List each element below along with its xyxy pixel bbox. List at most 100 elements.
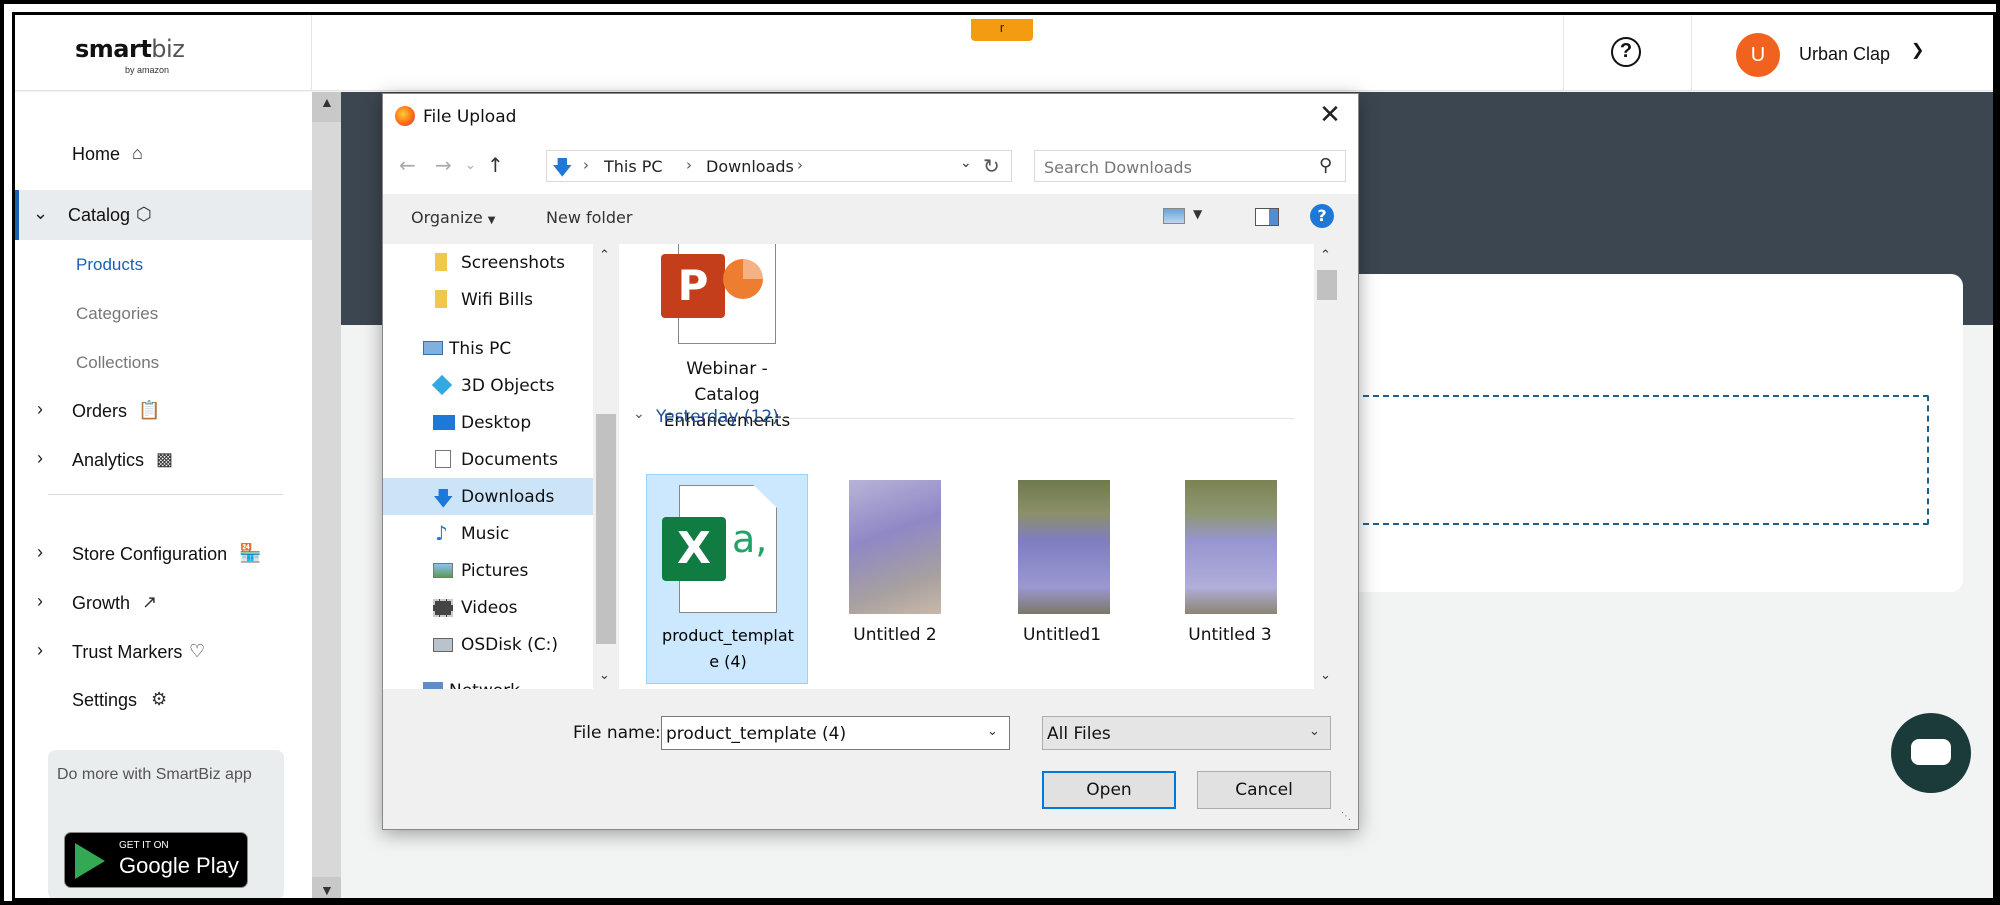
scroll-down-icon[interactable]: ⌄ bbox=[599, 668, 610, 683]
scrollbar-thumb[interactable] bbox=[1317, 270, 1337, 300]
preview-pane-icon[interactable] bbox=[1255, 208, 1279, 226]
refresh-icon[interactable]: ↻ bbox=[983, 154, 1000, 178]
chevron-down-icon[interactable]: ❯ bbox=[1911, 40, 1924, 60]
scrollbar-thumb[interactable] bbox=[312, 122, 341, 877]
search-icon[interactable]: ⚲ bbox=[1319, 155, 1332, 176]
sidebar-item-label: Catalog bbox=[68, 205, 131, 225]
chevron-right-icon: › bbox=[37, 448, 43, 468]
scrollbar-thumb[interactable] bbox=[596, 414, 616, 644]
sidebar-subitem-collections[interactable]: Collections bbox=[76, 353, 159, 373]
sidebar-item-orders[interactable]: › Orders 📋 bbox=[15, 389, 312, 433]
forward-arrow-icon[interactable]: → bbox=[435, 153, 452, 177]
top-tab[interactable]: r bbox=[971, 19, 1033, 41]
sidebar-item-label: Analytics bbox=[72, 450, 145, 470]
tree-item-videos[interactable]: Videos bbox=[383, 589, 593, 626]
sidebar-item-settings[interactable]: Settings ⚙ bbox=[15, 678, 312, 722]
image-thumbnail bbox=[849, 480, 941, 614]
scroll-up-icon[interactable]: ⌃ bbox=[1320, 248, 1331, 263]
tree-item-network[interactable]: Network bbox=[383, 672, 593, 689]
sidebar-subitem-categories[interactable]: Categories bbox=[76, 304, 158, 324]
breadcrumb-this-pc[interactable]: This PC bbox=[604, 157, 663, 176]
file-item-untitled-3[interactable]: Untitled 3 bbox=[1149, 474, 1311, 684]
file-name-value: product_template (4) bbox=[666, 724, 847, 744]
logo-subtitle: by amazon bbox=[125, 65, 170, 75]
file-name: product_templat bbox=[662, 626, 794, 645]
back-arrow-icon[interactable]: ← bbox=[399, 153, 416, 177]
avatar[interactable]: U bbox=[1736, 33, 1780, 77]
sidebar-item-analytics[interactable]: › Analytics ▩ bbox=[15, 438, 312, 482]
tree-scrollbar[interactable]: ⌃ ⌄ bbox=[593, 244, 619, 689]
tree-item-downloads[interactable]: 🡇 Downloads bbox=[383, 478, 593, 515]
scroll-down-icon[interactable]: ▼ bbox=[320, 882, 334, 898]
breadcrumb-separator-icon[interactable]: › bbox=[686, 156, 692, 174]
breadcrumb-separator-icon[interactable]: › bbox=[583, 156, 589, 174]
chevron-down-icon[interactable]: ⌄ bbox=[960, 155, 972, 171]
up-arrow-icon[interactable]: ↑ bbox=[487, 153, 504, 177]
sidebar-item-store-configuration[interactable]: › Store Configuration 🏪 bbox=[15, 532, 312, 576]
new-folder-button[interactable]: New folder bbox=[546, 208, 632, 227]
file-name: Untitled1 bbox=[1022, 625, 1102, 645]
tree-item-3d-objects[interactable]: 3D Objects bbox=[383, 367, 593, 404]
file-name: Untitled 3 bbox=[1188, 625, 1272, 645]
file-name: Webinar - bbox=[686, 359, 768, 379]
collapse-chevron-icon[interactable]: ⌄ bbox=[633, 406, 645, 422]
sidebar-item-growth[interactable]: › Growth ↗ bbox=[15, 581, 312, 625]
file-type-select[interactable]: All Files ⌄ bbox=[1042, 716, 1331, 750]
gplay-big-text: Google Play bbox=[119, 853, 239, 878]
tree-item-documents[interactable]: Documents bbox=[383, 441, 593, 478]
store-icon: 🏪 bbox=[239, 543, 262, 563]
smartbiz-logo[interactable]: smartbiz bbox=[75, 35, 185, 63]
sidebar-item-home[interactable]: Home ⌂ bbox=[15, 132, 312, 176]
scroll-up-icon[interactable]: ⌃ bbox=[599, 248, 610, 263]
sidebar-scrollbar[interactable]: ▲ ▼ bbox=[312, 92, 341, 898]
cancel-button[interactable]: Cancel bbox=[1197, 771, 1331, 809]
group-header-yesterday[interactable]: Yesterday (12) bbox=[656, 407, 779, 427]
file-name-field[interactable]: product_template (4) ⌄ bbox=[661, 716, 1010, 750]
tree-item-desktop[interactable]: Desktop bbox=[383, 404, 593, 441]
change-view-icon[interactable] bbox=[1163, 208, 1185, 224]
file-item-product-template[interactable]: X a, product_templat e (4) bbox=[646, 474, 808, 684]
search-downloads-input[interactable]: Search Downloads ⚲ bbox=[1034, 150, 1346, 182]
chevron-right-icon: › bbox=[37, 399, 43, 419]
sidebar-subitem-products[interactable]: Products bbox=[76, 255, 143, 275]
sidebar-item-label: Trust Markers bbox=[72, 642, 183, 662]
file-item-untitled1[interactable]: Untitled1 bbox=[981, 474, 1143, 684]
chevron-right-icon: › bbox=[37, 640, 43, 660]
close-icon[interactable]: ✕ bbox=[1313, 100, 1347, 132]
sidebar-divider bbox=[48, 494, 283, 495]
music-icon: ♪ bbox=[435, 521, 448, 545]
downloads-arrow-icon: 🡇 bbox=[552, 155, 573, 179]
help-icon[interactable]: ? bbox=[1310, 204, 1334, 228]
sidebar-item-trust-markers[interactable]: › Trust Markers ♡ bbox=[15, 630, 312, 674]
logo-main: smart bbox=[75, 35, 152, 63]
recent-dropdown-icon[interactable]: ⌄ bbox=[465, 158, 476, 173]
scroll-down-icon[interactable]: ⌄ bbox=[1320, 668, 1331, 683]
breadcrumb-downloads[interactable]: Downloads bbox=[706, 157, 794, 176]
breadcrumb-separator-icon[interactable]: › bbox=[797, 156, 803, 174]
organize-label: Organize bbox=[411, 208, 483, 227]
scroll-up-icon[interactable]: ▲ bbox=[320, 94, 334, 110]
user-name[interactable]: Urban Clap bbox=[1799, 44, 1890, 65]
open-button[interactable]: Open bbox=[1042, 771, 1176, 809]
tree-item-screenshots[interactable]: Screenshots bbox=[383, 244, 593, 281]
file-list-scrollbar[interactable]: ⌃ ⌄ bbox=[1314, 244, 1340, 689]
tree-item-pictures[interactable]: Pictures bbox=[383, 552, 593, 589]
help-icon[interactable]: ? bbox=[1611, 37, 1641, 67]
tree-item-label: Desktop bbox=[461, 413, 532, 433]
google-play-badge[interactable]: GET IT ON Google Play bbox=[64, 832, 248, 888]
chat-button[interactable] bbox=[1891, 713, 1971, 793]
chevron-down-icon[interactable]: ⌄ bbox=[987, 724, 998, 739]
tree-item-osdisk[interactable]: OSDisk (C:) bbox=[383, 626, 593, 663]
file-item-webinar[interactable]: P Webinar - Catalog Enhancements bbox=[646, 244, 808, 431]
file-item-untitled-2[interactable]: Untitled 2 bbox=[814, 474, 976, 684]
tree-item-wifi-bills[interactable]: Wifi Bills bbox=[383, 281, 593, 318]
promo-text: Do more with SmartBiz app bbox=[57, 766, 252, 783]
excel-icon: X bbox=[662, 517, 726, 581]
dropdown-caret-icon[interactable]: ▼ bbox=[1193, 207, 1202, 221]
sidebar-item-catalog[interactable]: ⌄ Catalog ⬡ bbox=[15, 190, 312, 240]
tree-item-music[interactable]: ♪ Music bbox=[383, 515, 593, 552]
address-bar[interactable]: 🡇 › This PC › Downloads › ⌄ ↻ bbox=[546, 150, 1012, 182]
tree-item-this-pc[interactable]: This PC bbox=[383, 330, 593, 367]
organize-button[interactable]: Organize ▼ bbox=[411, 208, 495, 227]
resize-grip-icon[interactable]: ⋱ bbox=[1341, 811, 1351, 822]
